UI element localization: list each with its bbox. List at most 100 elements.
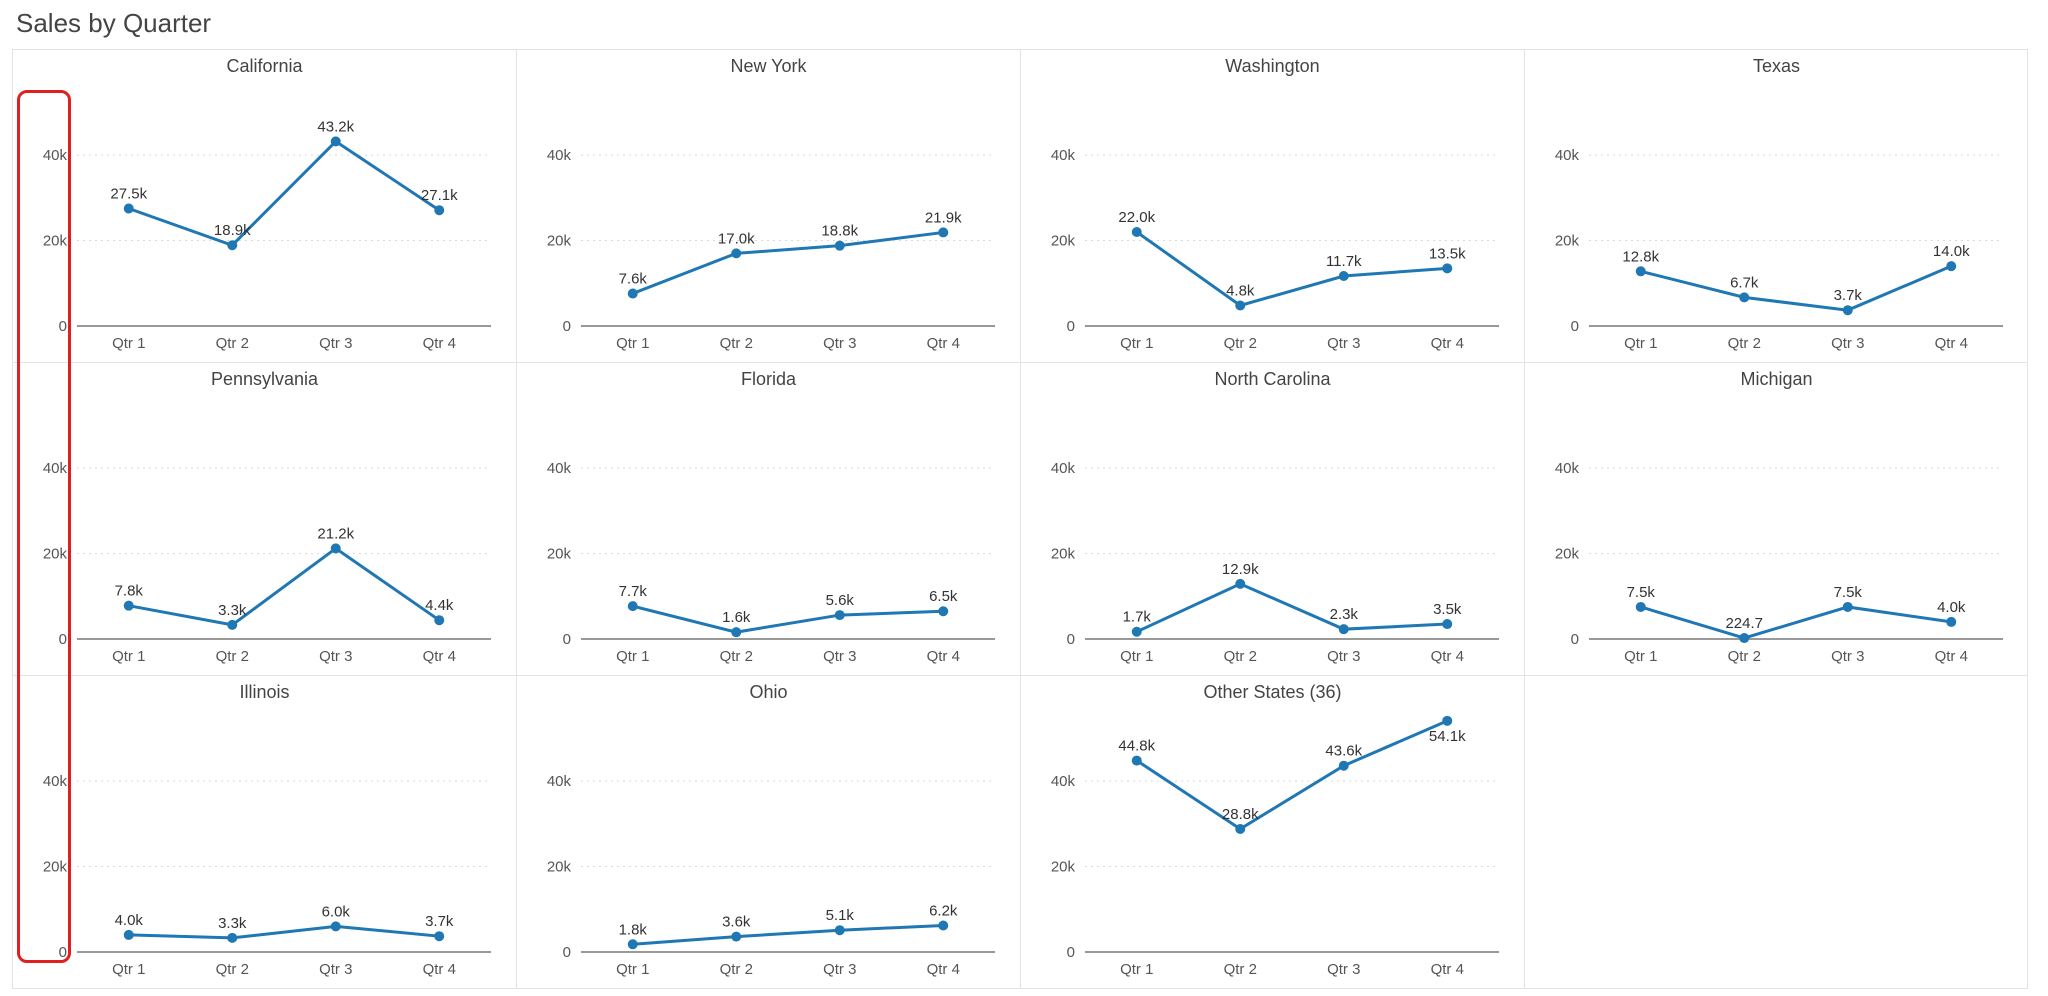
series-line[interactable] <box>1137 232 1448 305</box>
x-tick-label: Qtr 4 <box>1431 648 1464 665</box>
panel-svg: 020k40kQtr 1Qtr 2Qtr 3Qtr 427.5k18.9k43.… <box>19 81 509 356</box>
data-point[interactable] <box>835 925 845 935</box>
data-point[interactable] <box>1339 761 1349 771</box>
data-point[interactable] <box>628 939 638 949</box>
y-tick-label: 20k <box>43 546 68 563</box>
series-line[interactable] <box>633 232 944 293</box>
data-label: 27.1k <box>421 187 458 204</box>
panel-svg: 020k40kQtr 1Qtr 2Qtr 3Qtr 444.8k28.8k43.… <box>1027 707 1517 982</box>
x-tick-label: Qtr 2 <box>1224 335 1257 352</box>
small-multiple-cell[interactable]: Pennsylvania020k40kQtr 1Qtr 2Qtr 3Qtr 47… <box>13 363 517 676</box>
data-point[interactable] <box>628 289 638 299</box>
data-point[interactable] <box>835 241 845 251</box>
data-label: 2.3k <box>1330 606 1359 623</box>
data-label: 3.6k <box>722 914 751 931</box>
x-tick-label: Qtr 2 <box>720 335 753 352</box>
data-point[interactable] <box>628 601 638 611</box>
data-point[interactable] <box>331 543 341 553</box>
data-point[interactable] <box>1946 261 1956 271</box>
x-tick-label: Qtr 4 <box>927 961 960 978</box>
data-point[interactable] <box>434 931 444 941</box>
data-point[interactable] <box>1636 266 1646 276</box>
data-point[interactable] <box>1132 227 1142 237</box>
data-point[interactable] <box>731 248 741 258</box>
data-label: 4.4k <box>425 597 454 614</box>
small-multiple-cell[interactable]: North Carolina020k40kQtr 1Qtr 2Qtr 3Qtr … <box>1021 363 1525 676</box>
x-tick-label: Qtr 4 <box>423 961 456 978</box>
data-point[interactable] <box>938 921 948 931</box>
y-tick-label: 20k <box>1555 233 1580 250</box>
x-tick-label: Qtr 1 <box>112 335 145 352</box>
data-point[interactable] <box>1339 271 1349 281</box>
series-line[interactable] <box>633 606 944 632</box>
series-line[interactable] <box>1641 266 1952 310</box>
data-point[interactable] <box>1739 633 1749 643</box>
data-point[interactable] <box>1843 305 1853 315</box>
data-point[interactable] <box>124 601 134 611</box>
y-tick-label: 40k <box>1051 460 1076 477</box>
y-tick-label: 40k <box>547 773 572 790</box>
data-point[interactable] <box>434 615 444 625</box>
data-point[interactable] <box>1132 756 1142 766</box>
series-line[interactable] <box>129 141 440 245</box>
data-point[interactable] <box>1132 627 1142 637</box>
data-point[interactable] <box>434 205 444 215</box>
data-point[interactable] <box>331 136 341 146</box>
small-multiple-cell[interactable]: California020k40kQtr 1Qtr 2Qtr 3Qtr 427.… <box>13 50 517 363</box>
y-tick-label: 40k <box>1051 147 1076 164</box>
data-point[interactable] <box>1235 824 1245 834</box>
data-point[interactable] <box>1442 619 1452 629</box>
small-multiple-cell[interactable]: Washington020k40kQtr 1Qtr 2Qtr 3Qtr 422.… <box>1021 50 1525 363</box>
data-point[interactable] <box>124 930 134 940</box>
data-label: 21.2k <box>317 525 354 542</box>
data-point[interactable] <box>1946 617 1956 627</box>
data-point[interactable] <box>731 627 741 637</box>
data-point[interactable] <box>1235 579 1245 589</box>
data-label: 7.6k <box>619 271 648 288</box>
x-tick-label: Qtr 3 <box>319 961 352 978</box>
data-point[interactable] <box>1843 602 1853 612</box>
y-tick-label: 20k <box>547 233 572 250</box>
series-line[interactable] <box>1641 607 1952 638</box>
series-line[interactable] <box>129 926 440 938</box>
data-point[interactable] <box>731 932 741 942</box>
data-point[interactable] <box>1739 292 1749 302</box>
data-point[interactable] <box>124 204 134 214</box>
series-line[interactable] <box>1137 721 1448 829</box>
data-point[interactable] <box>227 933 237 943</box>
data-label: 18.8k <box>821 223 858 240</box>
small-multiple-cell[interactable]: Other States (36)020k40kQtr 1Qtr 2Qtr 3Q… <box>1021 676 1525 989</box>
small-multiple-cell[interactable]: Texas020k40kQtr 1Qtr 2Qtr 3Qtr 412.8k6.7… <box>1525 50 2028 363</box>
data-point[interactable] <box>227 620 237 630</box>
small-multiple-cell[interactable]: Ohio020k40kQtr 1Qtr 2Qtr 3Qtr 41.8k3.6k5… <box>517 676 1021 989</box>
y-tick-label: 40k <box>547 147 572 164</box>
panel-plot: 020k40kQtr 1Qtr 2Qtr 3Qtr 47.5k224.77.5k… <box>1531 394 2021 669</box>
x-tick-label: Qtr 1 <box>112 648 145 665</box>
small-multiple-cell[interactable]: Michigan020k40kQtr 1Qtr 2Qtr 3Qtr 47.5k2… <box>1525 363 2028 676</box>
data-point[interactable] <box>835 610 845 620</box>
small-multiple-cell[interactable]: Illinois020k40kQtr 1Qtr 2Qtr 3Qtr 44.0k3… <box>13 676 517 989</box>
small-multiple-cell[interactable]: New York020k40kQtr 1Qtr 2Qtr 3Qtr 47.6k1… <box>517 50 1021 363</box>
x-tick-label: Qtr 1 <box>1120 648 1153 665</box>
data-point[interactable] <box>227 240 237 250</box>
small-multiples-grid: California020k40kQtr 1Qtr 2Qtr 3Qtr 427.… <box>13 50 2027 989</box>
data-point[interactable] <box>938 606 948 616</box>
panel-svg: 020k40kQtr 1Qtr 2Qtr 3Qtr 41.7k12.9k2.3k… <box>1027 394 1517 669</box>
panel-svg: 020k40kQtr 1Qtr 2Qtr 3Qtr 44.0k3.3k6.0k3… <box>19 707 509 982</box>
series-line[interactable] <box>1137 584 1448 632</box>
data-point[interactable] <box>1235 300 1245 310</box>
panel-plot: 020k40kQtr 1Qtr 2Qtr 3Qtr 44.0k3.3k6.0k3… <box>19 707 509 982</box>
data-point[interactable] <box>1636 602 1646 612</box>
data-point[interactable] <box>331 921 341 931</box>
small-multiple-cell[interactable]: Florida020k40kQtr 1Qtr 2Qtr 3Qtr 47.7k1.… <box>517 363 1021 676</box>
data-label: 3.3k <box>218 602 247 619</box>
data-point[interactable] <box>1442 716 1452 726</box>
series-line[interactable] <box>633 926 944 945</box>
series-line[interactable] <box>129 548 440 624</box>
data-label: 18.9k <box>214 222 251 239</box>
data-point[interactable] <box>1442 263 1452 273</box>
data-point[interactable] <box>938 227 948 237</box>
data-label: 6.0k <box>322 903 351 920</box>
data-label: 54.1k <box>1429 728 1466 745</box>
data-point[interactable] <box>1339 624 1349 634</box>
